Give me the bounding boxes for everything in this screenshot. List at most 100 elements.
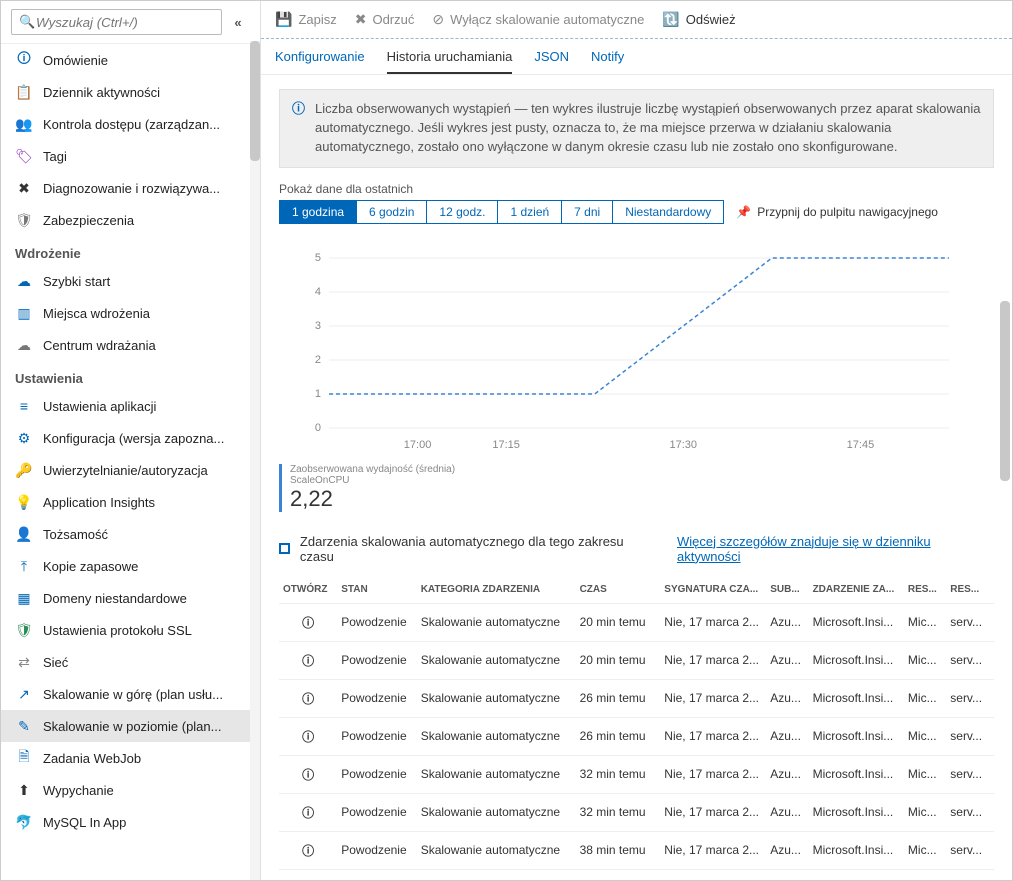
sidebar-item[interactable]: ⚙Konfiguracja (wersja zapozna... xyxy=(1,422,260,454)
nav-label: Szybki start xyxy=(43,274,246,289)
info-icon[interactable]: ⓘ xyxy=(279,641,337,679)
nav-label: Skalowanie w górę (plan usłu... xyxy=(43,687,246,702)
tab[interactable]: Konfigurowanie xyxy=(275,45,365,74)
col-header[interactable]: OTWÓRZ xyxy=(279,578,337,604)
refresh-label: Odśwież xyxy=(686,12,736,27)
info-text: Liczba obserwowanych wystąpień — ten wyk… xyxy=(315,100,981,157)
nav-label: Ustawienia aplikacji xyxy=(43,399,246,414)
discard-label: Odrzuć xyxy=(372,12,414,27)
info-icon[interactable]: ⓘ xyxy=(279,793,337,831)
range-button[interactable]: 6 godzin xyxy=(357,201,427,223)
disable-label: Wyłącz skalowanie automatyczne xyxy=(450,12,644,27)
nav-label: Miejsca wdrożenia xyxy=(43,306,246,321)
table-row[interactable]: ⓘPowodzenieSkalowanie automatyczne38 min… xyxy=(279,831,994,869)
sidebar-item[interactable]: 🗎Zadania WebJob xyxy=(1,742,260,774)
svg-text:3: 3 xyxy=(315,320,321,332)
discard-icon: ✖ xyxy=(355,11,367,28)
table-row[interactable]: ⓘPowodzenieSkalowanie automatyczne26 min… xyxy=(279,679,994,717)
nav-icon: 💡 xyxy=(15,493,33,511)
range-button[interactable]: 1 godzina xyxy=(280,201,357,223)
col-header[interactable]: RES... xyxy=(946,578,994,604)
metric-sub: ScaleOnCPU xyxy=(290,475,455,486)
svg-text:17:15: 17:15 xyxy=(492,439,520,451)
table-row[interactable]: ⓘPowodzenieSkalowanie automatyczne38 min… xyxy=(279,869,994,880)
table-row[interactable]: ⓘPowodzenieSkalowanie automatyczne32 min… xyxy=(279,793,994,831)
sidebar-scrollbar-thumb[interactable] xyxy=(250,41,260,161)
sidebar-item[interactable]: ⬆Wypychanie xyxy=(1,774,260,806)
sidebar-item[interactable]: 👥Kontrola dostępu (zarządzan... xyxy=(1,108,260,140)
tab[interactable]: Historia uruchamiania xyxy=(387,45,513,74)
nav-label: Kopie zapasowe xyxy=(43,559,246,574)
nav-scroll[interactable]: 🛈Omówienie📋Dziennik aktywności👥Kontrola … xyxy=(1,44,260,880)
col-header[interactable]: ZDARZENIE ZA... xyxy=(809,578,904,604)
info-icon[interactable]: ⓘ xyxy=(279,831,337,869)
info-icon[interactable]: ⓘ xyxy=(279,869,337,880)
sidebar-item[interactable]: 👤Tożsamość xyxy=(1,518,260,550)
table-row[interactable]: ⓘPowodzenieSkalowanie automatyczne20 min… xyxy=(279,603,994,641)
save-button[interactable]: 💾 Zapisz xyxy=(275,11,337,28)
main-scrollbar-thumb[interactable] xyxy=(1000,301,1010,481)
search-icon: 🔍 xyxy=(19,14,35,30)
discard-button[interactable]: ✖ Odrzuć xyxy=(355,11,415,28)
events-expand-icon[interactable] xyxy=(279,543,290,554)
sidebar-item[interactable]: ✎Skalowanie w poziomie (plan... xyxy=(1,710,260,742)
disable-autoscale-button[interactable]: ⊘ Wyłącz skalowanie automatyczne xyxy=(432,11,644,28)
info-icon[interactable]: ⓘ xyxy=(279,755,337,793)
sidebar-item[interactable]: 🐬MySQL In App xyxy=(1,806,260,838)
sidebar-item[interactable]: 💡 Application Insights xyxy=(1,486,260,518)
nav-icon: 🛡 xyxy=(15,621,33,639)
sidebar-item[interactable]: ✖Diagnozowanie i rozwiązywa... xyxy=(1,172,260,204)
col-header[interactable]: CZAS xyxy=(576,578,661,604)
sidebar-item[interactable]: ≡Ustawienia aplikacji xyxy=(1,390,260,422)
info-icon: ⓘ xyxy=(292,100,305,157)
col-header[interactable]: RES... xyxy=(904,578,946,604)
search-input[interactable] xyxy=(11,9,222,35)
events-title: Zdarzenia skalowania automatycznego dla … xyxy=(300,534,657,564)
range-button[interactable]: 1 dzień xyxy=(498,201,562,223)
table-row[interactable]: ⓘPowodzenieSkalowanie automatyczne26 min… xyxy=(279,717,994,755)
sidebar-item[interactable]: 🔑Uwierzytelnianie/autoryzacja xyxy=(1,454,260,486)
activity-log-link[interactable]: Więcej szczegółów znajduje się w dzienni… xyxy=(677,534,994,564)
pin-to-dashboard-button[interactable]: 📌 Przypnij do pulpitu nawigacyjnego xyxy=(736,205,938,219)
refresh-button[interactable]: 🔃 Odśwież xyxy=(662,11,735,28)
range-button[interactable]: 7 dni xyxy=(562,201,613,223)
range-button[interactable]: Niestandardowy xyxy=(613,201,723,223)
sidebar-item[interactable]: 🏷Tagi xyxy=(1,140,260,172)
sidebar-item[interactable]: ⇄Sieć xyxy=(1,646,260,678)
sidebar-item[interactable]: ▥Miejsca wdrożenia xyxy=(1,297,260,329)
nav-icon: ▦ xyxy=(15,589,33,607)
sidebar-item[interactable]: 🛈Omówienie xyxy=(1,44,260,76)
info-icon[interactable]: ⓘ xyxy=(279,603,337,641)
nav-icon: 📋 xyxy=(15,83,33,101)
col-header[interactable]: SYGNATURA CZA... xyxy=(660,578,766,604)
sidebar-item[interactable]: ▦Domeny niestandardowe xyxy=(1,582,260,614)
table-row[interactable]: ⓘPowodzenieSkalowanie automatyczne20 min… xyxy=(279,641,994,679)
nav-group-label: Wdrożenie xyxy=(1,236,260,265)
col-header[interactable]: SUB... xyxy=(766,578,808,604)
nav-icon: 👥 xyxy=(15,115,33,133)
sidebar-item[interactable]: ⤒Kopie zapasowe xyxy=(1,550,260,582)
tab[interactable]: JSON xyxy=(534,45,569,74)
col-header[interactable]: KATEGORIA ZDARZENIA xyxy=(417,578,576,604)
pin-label: Przypnij do pulpitu nawigacyjnego xyxy=(757,205,938,219)
info-icon[interactable]: ⓘ xyxy=(279,717,337,755)
sidebar-item[interactable]: 🛡Ustawienia protokołu SSL xyxy=(1,614,260,646)
table-row[interactable]: ⓘPowodzenieSkalowanie automatyczne32 min… xyxy=(279,755,994,793)
nav-label: Skalowanie w poziomie (plan... xyxy=(43,719,246,734)
collapse-sidebar-icon[interactable]: « xyxy=(226,15,250,30)
events-table: OTWÓRZSTANKATEGORIA ZDARZENIACZASSYGNATU… xyxy=(279,578,994,880)
col-header[interactable]: STAN xyxy=(337,578,416,604)
range-button[interactable]: 12 godz. xyxy=(427,201,498,223)
nav-label: Application Insights xyxy=(43,495,246,510)
info-icon[interactable]: ⓘ xyxy=(279,679,337,717)
nav-label: Omówienie xyxy=(43,53,246,68)
range-label: Pokaż dane dla ostatnich xyxy=(279,182,994,196)
sidebar-item[interactable]: ↗Skalowanie w górę (plan usłu... xyxy=(1,678,260,710)
sidebar-item[interactable]: ☁Centrum wdrażania xyxy=(1,329,260,361)
pin-icon: 📌 xyxy=(736,205,751,219)
sidebar-item[interactable]: 🛡Zabezpieczenia xyxy=(1,204,260,236)
nav-label: Tagi xyxy=(43,149,246,164)
tab[interactable]: Notify xyxy=(591,45,624,74)
sidebar-item[interactable]: ☁Szybki start xyxy=(1,265,260,297)
sidebar-item[interactable]: 📋Dziennik aktywności xyxy=(1,76,260,108)
